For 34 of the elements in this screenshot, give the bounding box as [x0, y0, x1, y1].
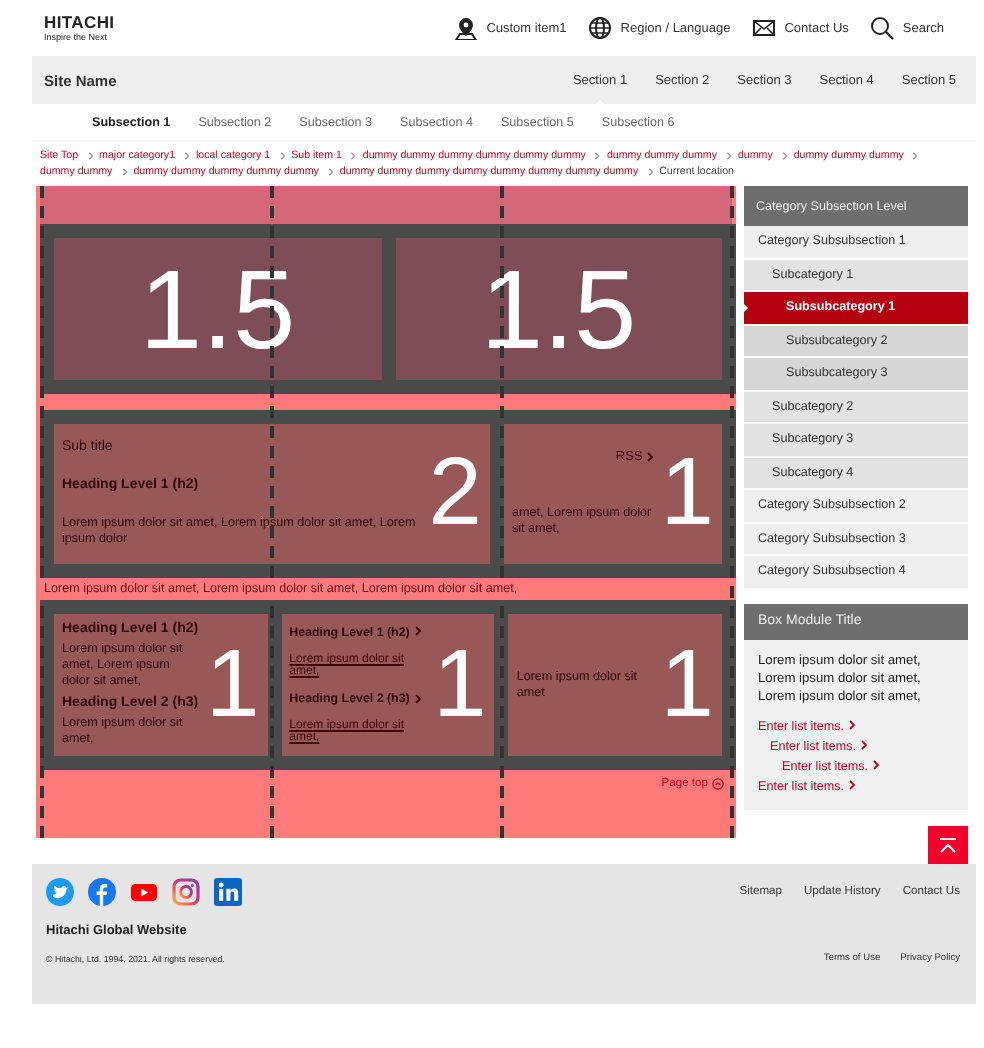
search-icon: [870, 16, 895, 40]
chevron-icon: [350, 151, 357, 160]
chevron-icon: [594, 151, 601, 160]
instagram-icon[interactable]: [172, 878, 200, 906]
back-to-top-button[interactable]: [928, 826, 968, 864]
chevron-icon: [87, 151, 94, 160]
globe-icon: [588, 16, 613, 40]
column-span-label: 1.5: [480, 253, 637, 365]
chevron-icon: [912, 151, 919, 160]
mail-icon: [752, 16, 777, 40]
up-arrow-icon: [712, 778, 724, 790]
chevron-icon: [848, 780, 857, 791]
chevron-icon: [121, 167, 128, 176]
chevron-icon: [279, 151, 286, 160]
column-span-label: 1: [660, 446, 714, 542]
chevron-icon: [327, 167, 334, 176]
column-span-label: 2: [428, 446, 482, 542]
column-span-label: 1: [433, 637, 487, 733]
chevron-icon: [413, 626, 422, 637]
chevron-icon: [647, 167, 654, 176]
chevron-icon: [781, 151, 788, 160]
chevron-icon: [646, 451, 655, 462]
map-pin-icon: [454, 16, 479, 40]
youtube-icon[interactable]: [130, 878, 158, 906]
facebook-icon[interactable]: [88, 878, 116, 906]
up-arrow-icon: [938, 835, 958, 855]
twitter-icon[interactable]: [46, 878, 74, 906]
chevron-icon: [725, 151, 732, 160]
linkedin-icon[interactable]: [214, 878, 242, 906]
chevron-icon: [413, 693, 422, 704]
chevron-icon: [184, 151, 190, 160]
column-span-label: 1.5: [139, 253, 296, 365]
column-span-label: 1: [205, 637, 260, 733]
column-span-label: 1: [660, 637, 714, 733]
